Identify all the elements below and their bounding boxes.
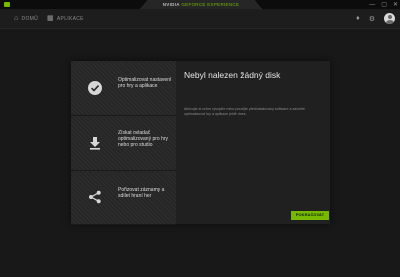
description-text: Aktivujte si režim vývojáře nebo použijt…	[184, 107, 306, 116]
feature-item-optimize: Optimalizovat nastavení pro hry a aplika…	[71, 61, 176, 116]
grid-icon: ▦	[47, 15, 54, 22]
nav-bar: ⌂ DOMŮ ▦ APLIKACE ♦ ⚙	[0, 9, 400, 29]
nav-apps[interactable]: ▦ APLIKACE	[47, 14, 84, 23]
maximize-icon[interactable]: ▢	[381, 1, 387, 8]
window-title: NVIDIA GEFORCE EXPERIENCE	[140, 0, 262, 9]
share-icon	[87, 189, 103, 205]
close-icon[interactable]: ✕	[393, 1, 398, 8]
feature-label: Získat ovladač optimalizovaný pro hry ne…	[118, 130, 169, 148]
title-product: GEFORCE EXPERIENCE	[181, 2, 240, 7]
nav-home[interactable]: ⌂ DOMŮ	[14, 14, 38, 23]
gear-icon[interactable]: ⚙	[369, 15, 375, 23]
feature-label: Pořizovat záznamy a sdílet hraní her	[118, 187, 165, 199]
app-window: NVIDIA GEFORCE EXPERIENCE — ▢ ✕ ⌂ DOMŮ ▦…	[0, 0, 400, 277]
feature-item-driver: Získat ovladač optimalizovaný pro hry ne…	[71, 116, 176, 171]
minimize-icon[interactable]: —	[369, 2, 375, 8]
download-icon	[87, 135, 103, 151]
nav-apps-label: APLIKACE	[56, 15, 84, 22]
continue-button[interactable]: POKRAČOVAT	[291, 211, 329, 220]
bell-icon[interactable]: ♦	[356, 15, 360, 22]
main-content: Nebyl nalezen žádný disk Aktivujte si re…	[176, 61, 330, 224]
title-brand: NVIDIA	[162, 2, 180, 7]
home-icon: ⌂	[14, 15, 19, 22]
feature-label: Optimalizovat nastavení pro hry a aplika…	[118, 77, 172, 89]
window-controls: — ▢ ✕	[369, 0, 398, 9]
checkmark-circle-icon	[87, 80, 103, 96]
nav-home-label: DOMŮ	[21, 15, 39, 22]
nav-right-group: ♦ ⚙	[356, 12, 395, 25]
title-bar: NVIDIA GEFORCE EXPERIENCE — ▢ ✕	[0, 0, 400, 9]
app-logo-icon	[4, 2, 10, 7]
page-title: Nebyl nalezen žádný disk	[184, 70, 281, 80]
onboarding-panel: Optimalizovat nastavení pro hry a aplika…	[71, 61, 330, 225]
feature-item-share: Pořizovat záznamy a sdílet hraní her	[71, 171, 176, 225]
feature-list: Optimalizovat nastavení pro hry a aplika…	[71, 61, 176, 225]
user-avatar[interactable]	[384, 13, 395, 24]
